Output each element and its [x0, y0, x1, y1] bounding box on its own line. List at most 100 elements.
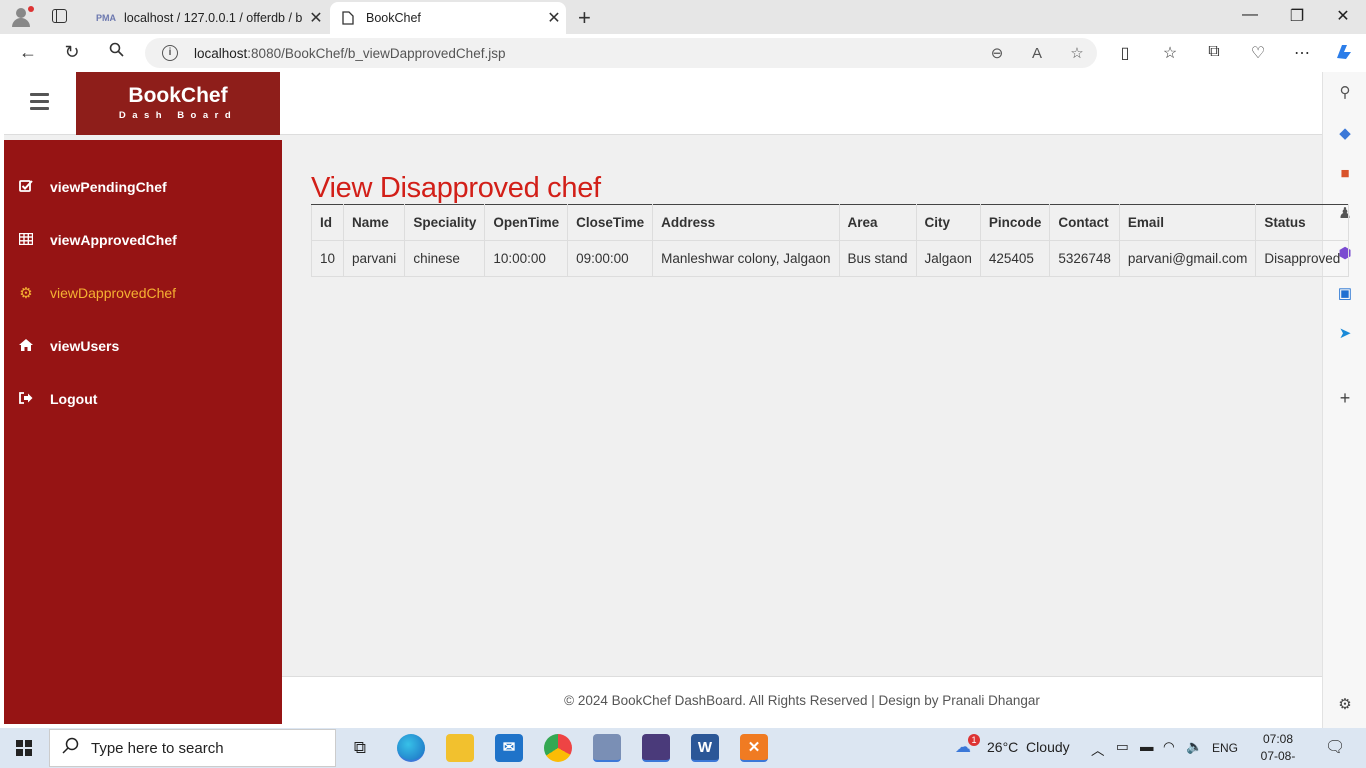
browser-essentials-icon[interactable]: ♡: [1245, 43, 1271, 63]
back-icon[interactable]: ←: [16, 42, 40, 63]
browser-tab-strip: PMA localhost / 127.0.0.1 / offerdb / b …: [0, 0, 1366, 34]
column-header: Address: [652, 204, 840, 241]
show-hidden-icons-icon[interactable]: ︿: [1091, 739, 1105, 759]
volume-icon[interactable]: 🔈: [1186, 739, 1203, 755]
cell-open-time: 10:00:00: [484, 240, 569, 277]
language-indicator[interactable]: ENG: [1212, 741, 1238, 755]
cell-status: Disapproved: [1255, 240, 1350, 277]
tab-title: BookChef: [366, 11, 421, 25]
notifications-icon[interactable]: 🗨: [1325, 737, 1345, 757]
windows-taskbar: Type here to search ⧉ ✉ W ✕ ☁ 1 26°C Clo…: [0, 728, 1366, 768]
column-header: Speciality: [404, 204, 486, 241]
edge-sidebar: ⚲ ◆ ■ ♟ ⬢ ▣ ➤ + ⚙: [1322, 72, 1366, 728]
sidebar-item-label: viewPendingChef: [50, 179, 167, 195]
address-bar[interactable]: i localhost:8080/BookChef/b_viewDapprove…: [145, 38, 1097, 68]
file-explorer-icon[interactable]: [446, 734, 474, 762]
browser-tab-phpmyadmin[interactable]: PMA localhost / 127.0.0.1 / offerdb / b …: [88, 2, 328, 34]
split-screen-icon[interactable]: ▯: [1112, 43, 1138, 63]
column-header: Pincode: [979, 204, 1051, 241]
phpmyadmin-favicon-icon: PMA: [96, 13, 116, 23]
profile-icon[interactable]: [10, 6, 34, 28]
browser-tab-bookchef[interactable]: BookChef ✕: [330, 2, 566, 34]
sidebar: viewPendingChef viewApprovedChef ⚙ viewD…: [4, 140, 282, 724]
read-aloud-icon[interactable]: A: [1017, 45, 1057, 62]
gears-icon: ⚙: [19, 285, 33, 302]
column-header: Name: [343, 204, 406, 241]
add-sidebar-app-icon[interactable]: +: [1334, 387, 1356, 409]
check-square-icon: [18, 179, 34, 196]
outlook-icon[interactable]: ▣: [1334, 283, 1356, 305]
xampp-icon[interactable]: ✕: [740, 734, 768, 762]
sidebar-search-icon[interactable]: ⚲: [1334, 82, 1356, 104]
task-view-icon[interactable]: ⧉: [346, 734, 374, 762]
clock-date: 07-08-2024: [1260, 749, 1296, 768]
refresh-icon[interactable]: ↻: [60, 42, 84, 63]
more-menu-icon[interactable]: ⋯: [1289, 43, 1315, 63]
cell-address: Manleshwar colony, Jalgaon: [652, 240, 840, 277]
browser-toolbar: ← ↻ i localhost:8080/BookChef/b_viewDapp…: [0, 34, 1366, 72]
clock[interactable]: 07:08 07-08-2024: [1248, 731, 1308, 768]
site-info-icon[interactable]: i: [162, 45, 178, 61]
sidebar-item-logout[interactable]: Logout: [4, 379, 282, 419]
brand-subtitle: Dash Board: [118, 110, 238, 121]
brand-logo[interactable]: BookChef Dash Board: [76, 72, 280, 135]
tab-title: localhost / 127.0.0.1 / offerdb / b: [124, 11, 303, 25]
favorites-icon[interactable]: ☆: [1157, 43, 1183, 63]
close-tab-icon[interactable]: ✕: [542, 8, 566, 28]
minimize-icon[interactable]: —: [1230, 6, 1270, 24]
battery-icon[interactable]: ▬: [1140, 739, 1154, 754]
drop-icon[interactable]: ➤: [1334, 323, 1356, 345]
search-icon[interactable]: [104, 42, 128, 61]
copilot-icon[interactable]: [1331, 43, 1357, 66]
favorite-star-icon[interactable]: ☆: [1057, 44, 1097, 62]
taskbar-search-box[interactable]: Type here to search: [49, 729, 336, 767]
weather-badge: 1: [968, 734, 980, 746]
close-window-icon[interactable]: ✕: [1323, 6, 1363, 26]
network-app-icon[interactable]: [593, 734, 621, 762]
column-header: Contact: [1049, 204, 1120, 241]
tools-briefcase-icon[interactable]: ■: [1334, 163, 1356, 185]
sidebar-item-label: viewApprovedChef: [50, 232, 177, 248]
page-header: BookChef Dash Board: [4, 72, 1322, 135]
cell-pincode: 425405: [979, 240, 1051, 277]
sidebar-settings-icon[interactable]: ⚙: [1334, 694, 1356, 716]
new-tab-icon[interactable]: +: [578, 5, 591, 31]
sidebar-item-label: Logout: [50, 391, 98, 407]
cell-contact: 5326748: [1049, 240, 1120, 277]
word-icon[interactable]: W: [691, 734, 719, 762]
sidebar-item-label: viewUsers: [50, 338, 120, 354]
close-tab-icon[interactable]: ✕: [304, 8, 328, 28]
wifi-icon[interactable]: ◠: [1163, 739, 1175, 755]
sidebar-item-label: viewDapprovedChef: [50, 285, 177, 301]
restore-icon[interactable]: ❐: [1277, 6, 1317, 26]
meet-now-icon[interactable]: ▭: [1116, 739, 1129, 755]
sidebar-item-view-approved-chef[interactable]: viewApprovedChef: [4, 220, 282, 260]
edge-taskbar-icon[interactable]: [397, 734, 425, 762]
table-icon: [18, 232, 34, 248]
hamburger-menu-icon[interactable]: [30, 93, 49, 114]
page-title: View Disapproved chef: [311, 172, 601, 204]
tab-actions-icon[interactable]: [52, 9, 67, 23]
sidebar-item-view-dapproved-chef[interactable]: ⚙ viewDapprovedChef: [4, 273, 282, 313]
brand-title: BookChef: [128, 84, 228, 107]
column-header: Id: [310, 204, 345, 241]
sidebar-item-view-users[interactable]: viewUsers: [4, 326, 282, 366]
column-header: CloseTime: [567, 204, 654, 241]
collections-icon[interactable]: ⧉: [1201, 43, 1227, 61]
cell-id: 10: [310, 240, 345, 277]
table-row: 10 parvani chinese 10:00:00 09:00:00 Man…: [310, 240, 1350, 277]
search-icon: [62, 737, 79, 759]
windows-start-icon[interactable]: [16, 740, 32, 756]
url-text: localhost:8080/BookChef/b_viewDapprovedC…: [194, 45, 506, 61]
shopping-tag-icon[interactable]: ◆: [1334, 123, 1356, 145]
cell-name: parvani: [343, 240, 406, 277]
page-favicon-icon: [340, 10, 356, 26]
sidebar-item-view-pending-chef[interactable]: viewPendingChef: [4, 167, 282, 207]
zoom-icon[interactable]: ⊖: [977, 44, 1017, 62]
column-header: Area: [838, 204, 917, 241]
weather-text[interactable]: 26°C Cloudy: [987, 739, 1070, 755]
chrome-icon[interactable]: [544, 734, 572, 762]
main-content: View Disapproved chef: [311, 171, 601, 205]
mail-icon[interactable]: ✉: [495, 734, 523, 762]
game-app-icon[interactable]: [642, 734, 670, 762]
